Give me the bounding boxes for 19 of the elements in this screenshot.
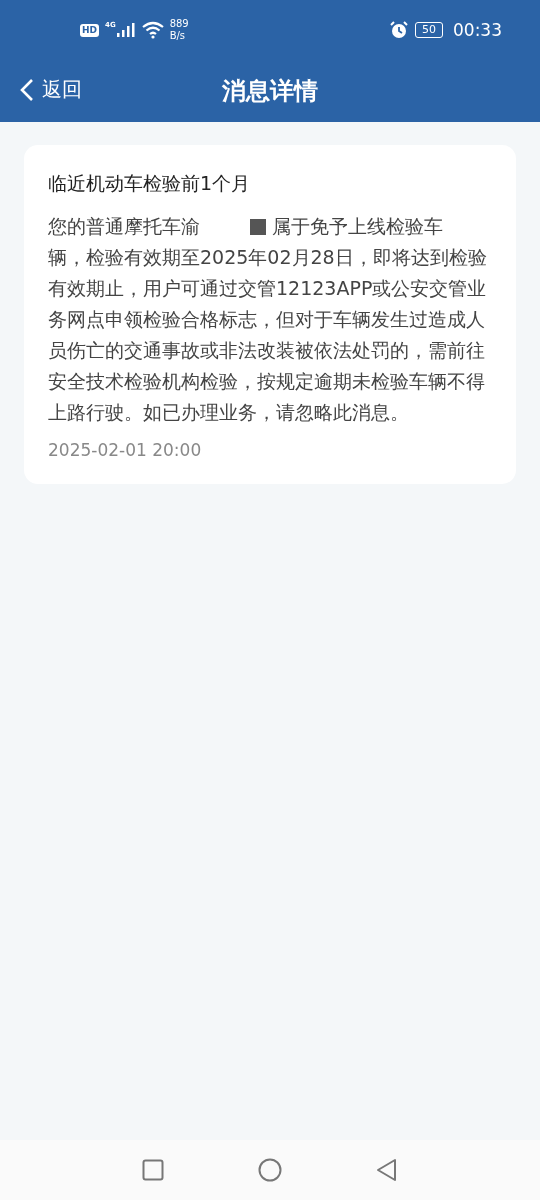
home-icon[interactable] (258, 1158, 282, 1182)
chevron-left-icon (20, 77, 34, 102)
battery-level: 50 (415, 22, 443, 38)
recents-icon[interactable] (142, 1159, 164, 1181)
status-time: 00:33 (453, 20, 502, 40)
message-text: 您的普通摩托车渝 (48, 214, 200, 239)
wifi-icon (141, 21, 164, 39)
page-title: 消息详情 (222, 76, 318, 107)
message-text: 辆，检验有效期至2025年02月28日，即将达到检验有效期止，用户可通过交管12123APP或公安交管业务网点申领检验合格标志，但对于车辆发生过造成人员伤亡的交通事故或非法改装被依法处罚的，需前往安全技术检验机构检验，按规定逾期未检验车辆不得上路行驶。如已办理业务，请忽略此消息。 (48, 245, 488, 425)
message-title: 临近机动车检验前1个月 (48, 171, 252, 196)
back-icon[interactable] (376, 1158, 398, 1182)
signal-icon (115, 22, 136, 38)
speed-unit: B/s (169, 30, 187, 42)
alarm-icon (389, 20, 409, 40)
message-text: 属于免予上线检验车 (272, 214, 443, 239)
message-time: 2025-02-01 20:00 (48, 440, 203, 460)
hd-badge: HD (80, 23, 99, 37)
back-button[interactable]: 返回 (16, 72, 86, 107)
speed-value: 889 (169, 18, 189, 30)
